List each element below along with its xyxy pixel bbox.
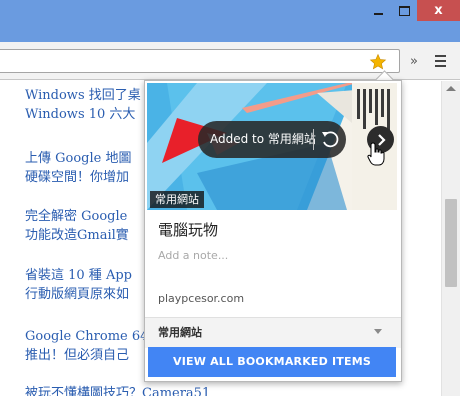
- window-titlebar: x: [0, 0, 460, 42]
- minimize-button[interactable]: [365, 0, 391, 21]
- folder-tag: 常用網站: [150, 191, 204, 208]
- minimize-icon: [373, 12, 383, 15]
- added-toast: Added to 常用網站: [198, 121, 346, 158]
- vertical-scrollbar[interactable]: [441, 81, 460, 396]
- hamburger-menu-icon[interactable]: [430, 51, 450, 71]
- extensions-overflow-button[interactable]: »: [404, 51, 424, 71]
- bookmark-title-field[interactable]: 電腦玩物: [158, 219, 218, 240]
- star-icon[interactable]: [369, 53, 387, 71]
- close-icon: x: [434, 3, 443, 18]
- view-all-bookmarks-button[interactable]: VIEW ALL BOOKMARKED ITEMS: [148, 347, 396, 377]
- article-link[interactable]: 被玩不懂構圖技巧？Camera51: [25, 384, 210, 396]
- folder-dropdown[interactable]: 常用網站: [145, 317, 401, 348]
- folder-dropdown-value: 常用網站: [158, 326, 202, 339]
- article-link[interactable]: 省裝這 10 種 App 行動版網頁原來如: [25, 266, 132, 304]
- toast-divider: [313, 129, 314, 150]
- article-link[interactable]: Windows 找回了桌 Windows 10 六大: [25, 86, 141, 124]
- scroll-up-arrow-icon[interactable]: [446, 86, 456, 91]
- browser-toolbar: »: [0, 42, 460, 80]
- article-link[interactable]: 完全解密 Google 功能改造Gmail實: [25, 207, 129, 245]
- undo-icon[interactable]: [318, 127, 342, 151]
- maximize-button[interactable]: [391, 0, 417, 21]
- address-bar[interactable]: [0, 49, 400, 73]
- scroll-thumb[interactable]: [445, 199, 457, 287]
- chevron-down-icon: [374, 329, 382, 334]
- bookmark-bubble: 常用網站 Added to 常用網站 電腦玩物 Add a note... pl…: [144, 80, 402, 382]
- maximize-icon: [398, 5, 410, 16]
- toast-message: Added to 常用網站: [210, 132, 316, 146]
- article-link[interactable]: Google Chrome 64 推出！但必須自己: [25, 327, 148, 365]
- bookmark-note-field[interactable]: Add a note...: [158, 249, 228, 262]
- article-link[interactable]: 上傳 Google 地圖 硬碟空間！你增加: [25, 149, 131, 187]
- hand-cursor-icon: [367, 142, 385, 166]
- bookmark-url: playpcesor.com: [158, 292, 245, 305]
- close-button[interactable]: x: [417, 0, 460, 21]
